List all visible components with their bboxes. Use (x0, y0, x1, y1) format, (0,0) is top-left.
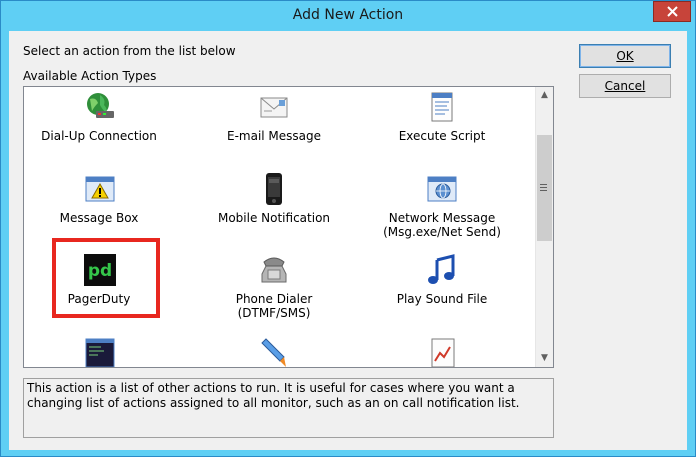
action-label: Phone Dialer (DTMF/SMS) (235, 292, 313, 320)
action-label-line1: Network Message (388, 211, 496, 225)
action-description: This action is a list of other actions t… (23, 378, 554, 438)
chart-document-icon (431, 338, 455, 367)
action-label: E-mail Message (226, 129, 322, 143)
action-label: Mobile Notification (217, 211, 331, 225)
window-title: Add New Action (292, 7, 404, 23)
terminal-window-icon (85, 338, 115, 367)
close-icon (667, 6, 678, 17)
envelope-icon (260, 97, 288, 118)
list-label: Available Action Types (23, 69, 157, 83)
dialog-body: Select an action from the list below Ava… (9, 31, 687, 450)
scroll-down-arrow-icon[interactable]: ▼ (536, 350, 553, 367)
action-label: Message Box (59, 211, 139, 225)
music-note-icon (428, 254, 455, 284)
pagerduty-highlight-box (52, 238, 160, 318)
globe-modem-icon (87, 93, 114, 118)
action-label: Execute Script (398, 129, 486, 143)
mobile-phone-icon (266, 173, 282, 205)
action-label: Play Sound File (396, 292, 488, 306)
action-label: Dial-Up Connection (41, 129, 157, 143)
warning-dialog-icon (85, 176, 115, 202)
action-types-list[interactable]: Dial-Up Connection E-mail Message Execut… (23, 86, 554, 368)
cancel-button[interactable]: Cancel (579, 74, 671, 98)
scroll-up-arrow-icon[interactable]: ▲ (536, 87, 553, 104)
rocket-icon (261, 338, 286, 367)
scrollbar-grip-icon (540, 184, 547, 193)
title-bar[interactable]: Add New Action (1, 1, 695, 31)
instruction-text: Select an action from the list below (23, 44, 236, 58)
network-window-icon (427, 176, 457, 202)
action-label-line2: (Msg.exe/Net Send) (383, 225, 501, 239)
script-document-icon (431, 92, 453, 122)
ok-button[interactable]: OK (579, 44, 671, 68)
dialog-window: Add New Action Select an action from the… (0, 0, 696, 457)
close-button[interactable] (653, 1, 691, 22)
telephone-icon (261, 257, 287, 283)
vertical-scrollbar[interactable]: ▲ ▼ (535, 87, 553, 367)
